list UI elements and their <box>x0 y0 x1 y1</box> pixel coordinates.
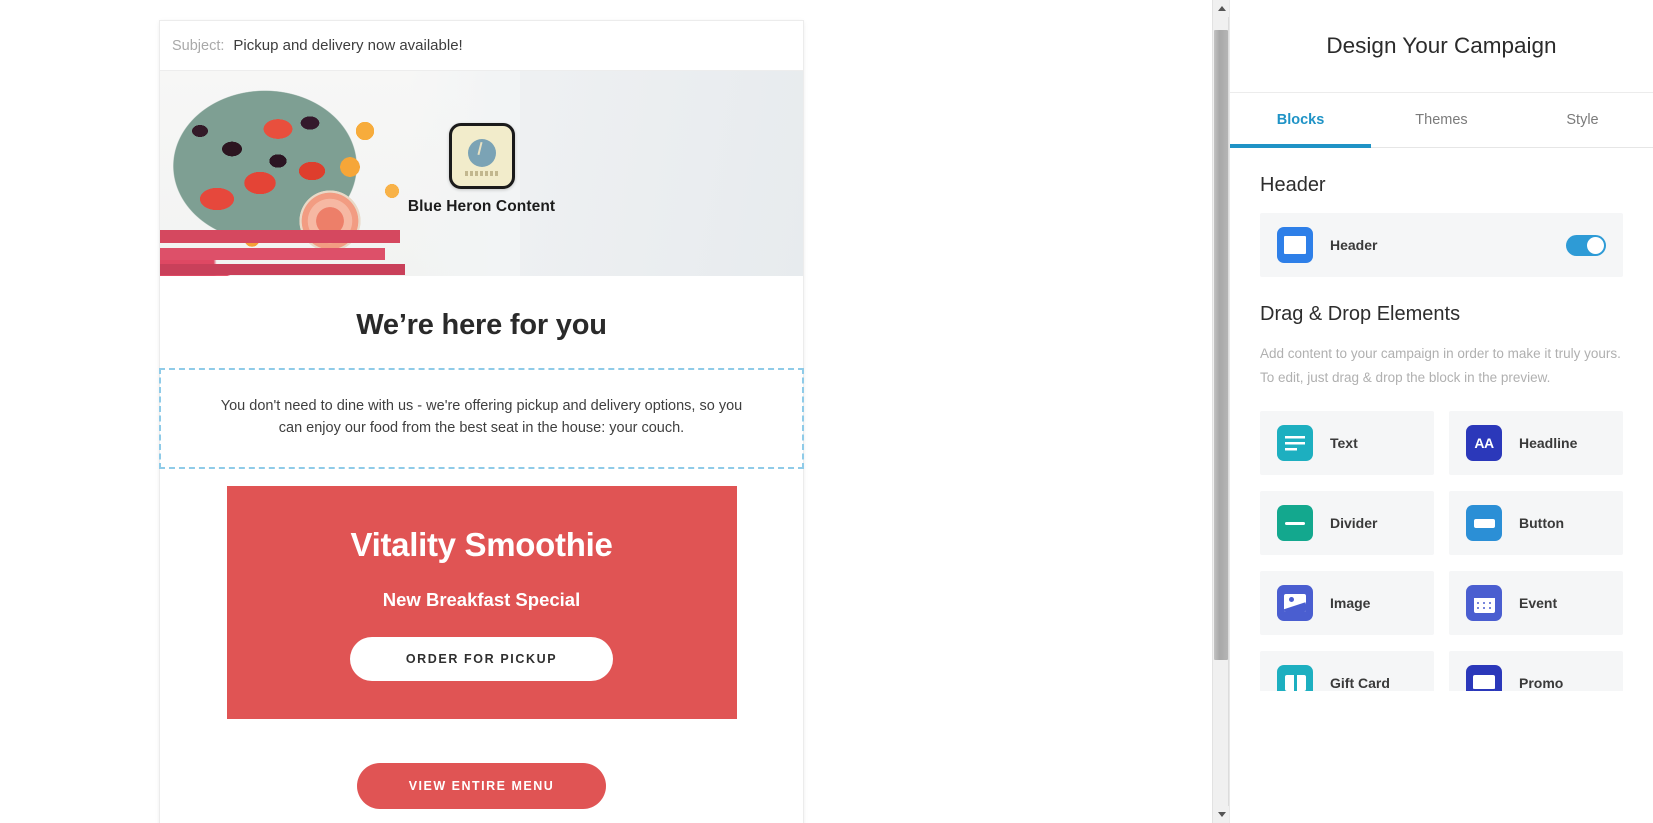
element-tile-label: Image <box>1330 595 1371 612</box>
subject-value[interactable]: Pickup and delivery now available! <box>233 37 462 54</box>
element-tile-label: Event <box>1519 595 1558 612</box>
element-tile-headline[interactable]: AA Headline <box>1449 411 1623 476</box>
email-headline-block[interactable]: We’re here for you <box>160 276 803 369</box>
email-header-banner[interactable]: Blue Heron Content <box>160 71 803 276</box>
headline-icon: AA <box>1466 425 1502 462</box>
element-tile-label: Gift Card <box>1330 675 1390 692</box>
panel-body: Header Header Drag & Drop Elements Add c… <box>1230 174 1653 692</box>
tab-blocks[interactable]: Blocks <box>1230 93 1371 148</box>
button-icon <box>1466 505 1502 542</box>
logo-circle-mark <box>467 138 496 167</box>
scroll-up-arrow-icon[interactable] <box>1213 0 1230 17</box>
campaign-designer-app: Subject: Pickup and delivery now availab… <box>0 0 1653 823</box>
element-tile-promo[interactable]: Promo <box>1449 651 1623 692</box>
order-for-pickup-button[interactable]: ORDER FOR PICKUP <box>349 636 614 681</box>
subject-row[interactable]: Subject: Pickup and delivery now availab… <box>160 21 803 71</box>
header-block-toggle[interactable] <box>1566 234 1606 256</box>
element-tile-text[interactable]: Text <box>1260 411 1434 476</box>
tab-style[interactable]: Style <box>1512 93 1653 147</box>
view-entire-menu-button[interactable]: VIEW ENTIRE MENU <box>356 762 607 809</box>
header-block-label: Header <box>1330 237 1378 253</box>
cta-block: VIEW ENTIRE MENU <box>160 718 803 823</box>
image-icon <box>1277 585 1313 622</box>
element-tile-gift-card[interactable]: Gift Card <box>1260 651 1434 692</box>
email-preview: Subject: Pickup and delivery now availab… <box>159 21 804 823</box>
brand-name: Blue Heron Content <box>407 198 556 215</box>
panel-title-bar: Design Your Campaign <box>1230 0 1653 93</box>
header-block-icon <box>1277 227 1313 263</box>
scroll-down-arrow-icon[interactable] <box>1213 806 1230 823</box>
elements-section-description: Add content to your campaign in order to… <box>1260 346 1621 385</box>
divider-icon <box>1277 505 1313 542</box>
element-tile-divider[interactable]: Divider <box>1260 491 1434 556</box>
element-tile-label: Divider <box>1330 515 1378 532</box>
email-headline: We’re here for you <box>356 309 607 341</box>
element-tile-image[interactable]: Image <box>1260 571 1434 636</box>
promo-block[interactable]: Vitality Smoothie New Breakfast Special … <box>226 485 737 719</box>
promo-icon <box>1466 665 1502 692</box>
header-block-row[interactable]: Header <box>1260 213 1623 277</box>
element-tile-label: Headline <box>1519 435 1578 452</box>
tab-themes[interactable]: Themes <box>1371 93 1512 147</box>
logo-wordmark-lines <box>464 170 499 176</box>
gift-card-icon <box>1277 665 1313 692</box>
scrollbar-thumb[interactable] <box>1214 30 1228 660</box>
header-section-heading: Header <box>1260 174 1326 196</box>
page-scrollbar[interactable] <box>1212 0 1230 823</box>
text-icon <box>1277 425 1313 462</box>
toggle-knob <box>1587 236 1604 254</box>
element-tile-button[interactable]: Button <box>1449 491 1623 556</box>
promo-title: Vitality Smoothie <box>350 525 613 563</box>
elements-grid-clip: Text AA Headline Divider Button Image Ev… <box>1260 411 1623 692</box>
email-body-text: You don't need to dine with us - we're o… <box>220 398 743 437</box>
brand-lockup: Blue Heron Content <box>160 123 803 216</box>
element-tile-event[interactable]: Event <box>1449 571 1623 636</box>
element-tile-label: Button <box>1519 515 1565 532</box>
elements-section-heading: Drag & Drop Elements <box>1260 303 1461 325</box>
panel-title: Design Your Campaign <box>1326 33 1557 58</box>
element-tile-label: Promo <box>1519 675 1564 692</box>
promo-subtitle: New Breakfast Special <box>382 588 581 610</box>
headline-icon-glyph: AA <box>1474 435 1494 452</box>
design-panel: Design Your Campaign Blocks Themes Style… <box>1229 0 1653 823</box>
element-tile-label: Text <box>1330 435 1358 452</box>
subject-label: Subject: <box>172 37 225 54</box>
email-text-block-selected[interactable]: You don't need to dine with us - we're o… <box>159 368 804 469</box>
email-preview-canvas: Subject: Pickup and delivery now availab… <box>0 0 1212 823</box>
elements-grid: Text AA Headline Divider Button Image Ev… <box>1260 411 1623 692</box>
promo-block-wrapper: Vitality Smoothie New Breakfast Special … <box>160 467 803 719</box>
brand-logo-icon <box>448 123 515 189</box>
rhubarb-decoration <box>160 224 410 276</box>
event-icon <box>1466 585 1502 622</box>
panel-tabs: Blocks Themes Style <box>1230 93 1653 148</box>
